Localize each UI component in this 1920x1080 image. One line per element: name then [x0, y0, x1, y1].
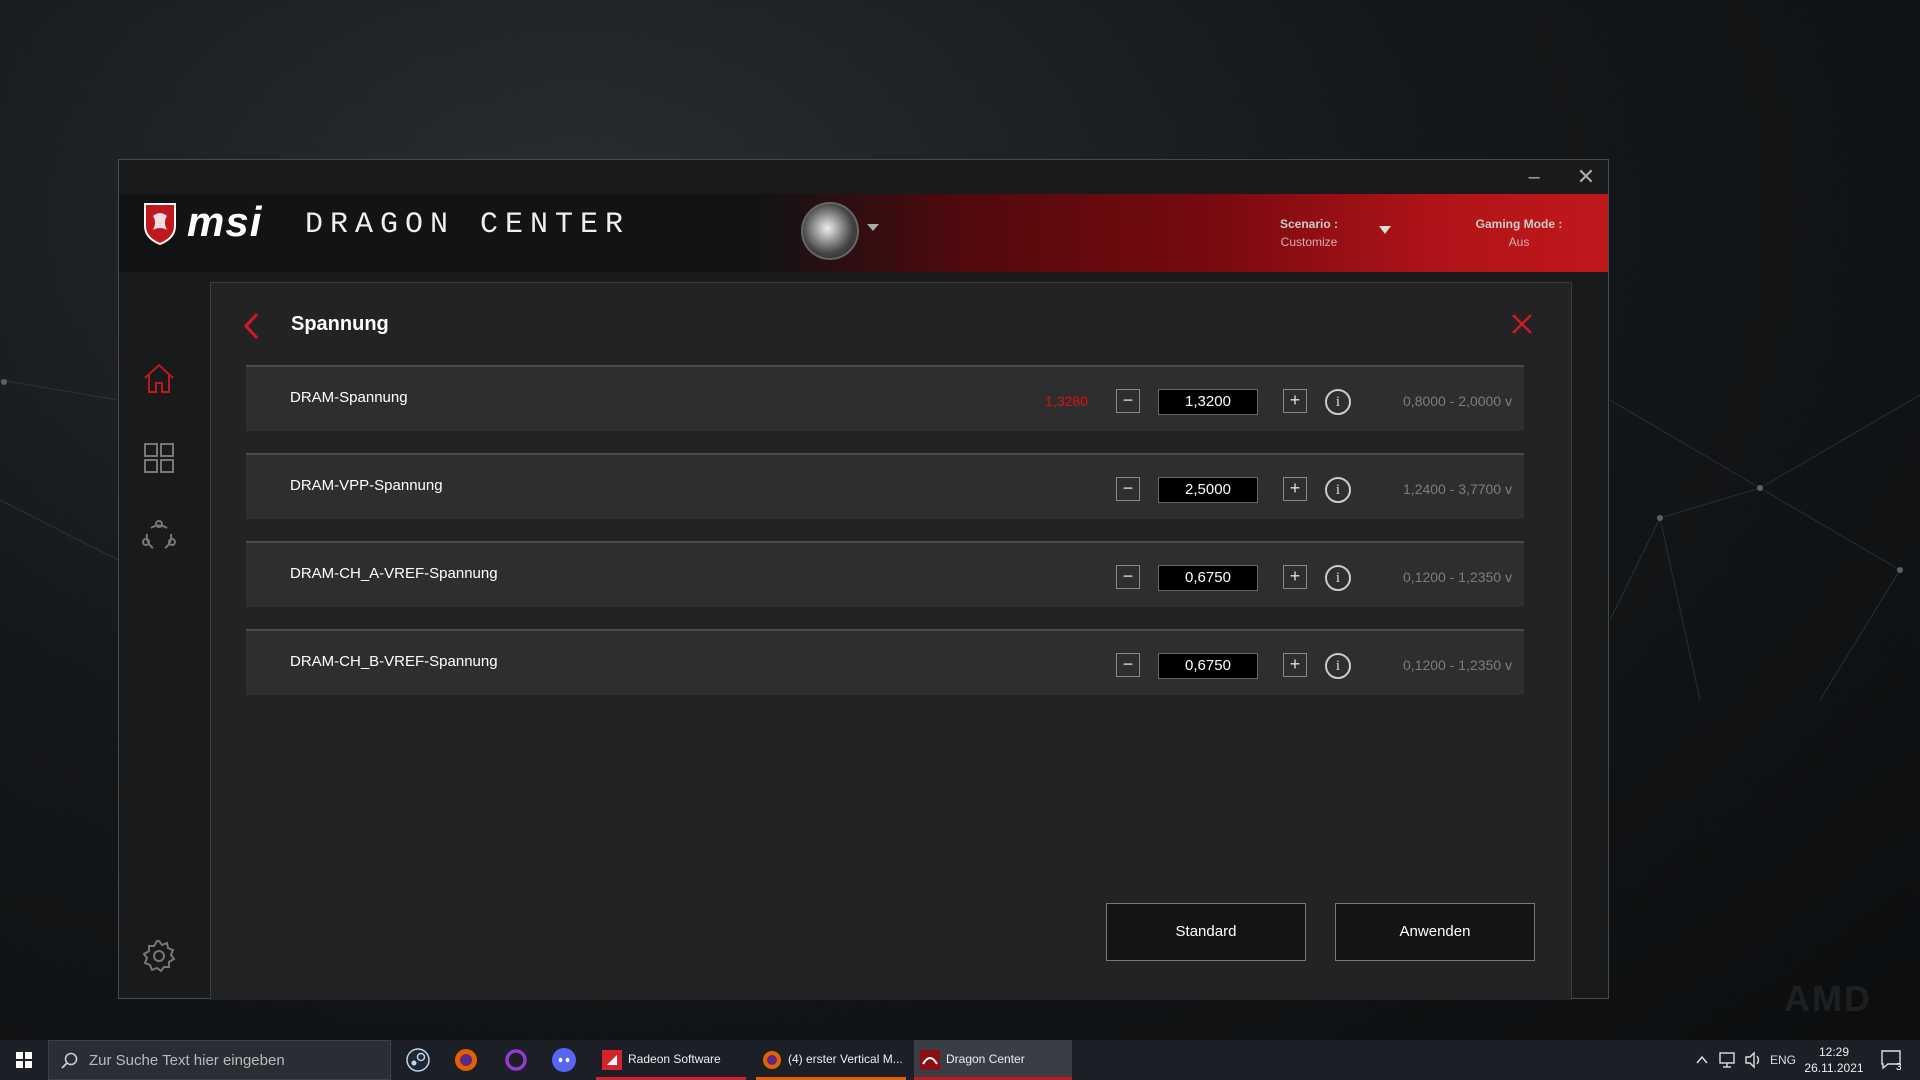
taskbar-app-label: Dragon Center: [946, 1052, 1025, 1066]
increase-button[interactable]: +: [1283, 565, 1307, 589]
language-indicator[interactable]: ENG: [1770, 1053, 1796, 1080]
chevron-up-icon[interactable]: [1694, 1052, 1710, 1068]
row-label: DRAM-CH_A-VREF-Spannung: [290, 565, 498, 582]
home-icon[interactable]: [141, 360, 177, 396]
decrease-button[interactable]: −: [1116, 389, 1140, 413]
voltage-range: 0,8000 - 2,0000 v: [1403, 393, 1512, 409]
voltage-row-ch-a-vref: DRAM-CH_A-VREF-Spannung − 0,6750 + i 0,1…: [246, 541, 1524, 607]
windows-start-icon[interactable]: [0, 1040, 48, 1080]
back-arrow-icon[interactable]: [241, 311, 261, 341]
volume-icon[interactable]: [1744, 1051, 1764, 1069]
row-label: DRAM-CH_B-VREF-Spannung: [290, 653, 498, 670]
clock[interactable]: 12:29 26.11.2021: [1794, 1044, 1874, 1076]
firefox-icon[interactable]: [452, 1046, 480, 1074]
decrease-button[interactable]: −: [1116, 653, 1140, 677]
panel-title: Spannung: [291, 313, 389, 335]
voltage-panel: Spannung DRAM-Spannung 1,3280 − 1,3200 +…: [210, 282, 1572, 1000]
search-placeholder: Zur Suche Text hier eingeben: [89, 1052, 285, 1069]
clock-time: 12:29: [1818, 1045, 1850, 1059]
scenario-dropdown-icon[interactable]: [1379, 226, 1391, 234]
decrease-button[interactable]: −: [1116, 565, 1140, 589]
scenario-selector[interactable]: Scenario : Customize: [1249, 215, 1369, 251]
voltage-range: 1,2400 - 3,7700 v: [1403, 481, 1512, 497]
cortana-icon[interactable]: [502, 1046, 530, 1074]
voltage-value-input[interactable]: 2,5000: [1158, 477, 1258, 503]
info-icon[interactable]: i: [1325, 565, 1351, 591]
row-label: DRAM-VPP-Spannung: [290, 477, 443, 494]
gaming-mode[interactable]: Gaming Mode : Aus: [1459, 215, 1579, 251]
taskbar-app-radeon[interactable]: Radeon Software: [596, 1040, 746, 1080]
taskbar-app-label: (4) erster Vertical M...: [788, 1052, 903, 1066]
dragon-center-logo: DRAGON CENTER: [305, 208, 631, 242]
gaming-mode-label: Gaming Mode :: [1475, 217, 1563, 231]
scenario-label: Scenario :: [1279, 217, 1339, 231]
connect-icon[interactable]: [141, 518, 177, 554]
increase-button[interactable]: +: [1283, 477, 1307, 501]
apply-button[interactable]: Anwenden: [1335, 903, 1535, 961]
apps-grid-icon[interactable]: [141, 440, 177, 476]
settings-gear-icon[interactable]: [141, 938, 177, 974]
amd-watermark: AMD: [1784, 978, 1872, 1019]
voltage-value-input[interactable]: 0,6750: [1158, 653, 1258, 679]
info-icon[interactable]: i: [1325, 389, 1351, 415]
dragon-center-icon: [920, 1050, 940, 1070]
scenario-value: Customize: [1280, 235, 1338, 249]
decrease-button[interactable]: −: [1116, 477, 1140, 501]
standard-button[interactable]: Standard: [1106, 903, 1306, 961]
gaming-mode-value: Aus: [1508, 235, 1530, 249]
increase-button[interactable]: +: [1283, 389, 1307, 413]
voltage-row-dram: DRAM-Spannung 1,3280 − 1,3200 + i 0,8000…: [246, 365, 1524, 431]
taskbar-app-label: Radeon Software: [628, 1052, 721, 1066]
taskbar-app-firefox[interactable]: (4) erster Vertical M...: [756, 1040, 906, 1080]
increase-button[interactable]: +: [1283, 653, 1307, 677]
voltage-value-input[interactable]: 0,6750: [1158, 565, 1258, 591]
user-avatar[interactable]: [801, 202, 859, 260]
voltage-row-dram-vpp: DRAM-VPP-Spannung − 2,5000 + i 1,2400 - …: [246, 453, 1524, 519]
avatar-dropdown-icon[interactable]: [867, 224, 879, 231]
network-icon[interactable]: [1718, 1051, 1738, 1069]
firefox-icon: [763, 1051, 781, 1069]
window-close-button[interactable]: ✕: [1566, 164, 1606, 190]
msi-logo: msi: [187, 198, 263, 245]
voltage-row-ch-b-vref: DRAM-CH_B-VREF-Spannung − 0,6750 + i 0,1…: [246, 629, 1524, 695]
clock-date: 26.11.2021: [1804, 1061, 1864, 1075]
row-label: DRAM-Spannung: [290, 389, 408, 406]
taskbar: Zur Suche Text hier eingeben Radeon Soft…: [0, 1040, 1920, 1080]
taskbar-search-box[interactable]: Zur Suche Text hier eingeben: [48, 1040, 391, 1080]
title-bar: – ✕: [119, 160, 1608, 194]
voltage-range: 0,1200 - 1,2350 v: [1403, 569, 1512, 585]
panel-close-icon[interactable]: [1511, 313, 1533, 335]
search-icon: [61, 1052, 78, 1069]
msi-dragon-shield-icon: [144, 203, 176, 246]
info-icon[interactable]: i: [1325, 653, 1351, 679]
steam-icon[interactable]: [404, 1046, 432, 1074]
taskbar-app-dragon-center[interactable]: Dragon Center: [914, 1040, 1072, 1080]
voltage-range: 0,1200 - 1,2350 v: [1403, 657, 1512, 673]
info-icon[interactable]: i: [1325, 477, 1351, 503]
voltage-value-input[interactable]: 1,3200: [1158, 389, 1258, 415]
minimize-button[interactable]: –: [1514, 164, 1554, 190]
notification-count: 3: [1896, 1062, 1902, 1073]
discord-icon[interactable]: [550, 1046, 578, 1074]
current-voltage-readout: 1,3280: [1045, 393, 1088, 409]
radeon-icon: [602, 1050, 622, 1070]
dragon-center-window: – ✕ msi DRAGON CENTER Scenario : Customi…: [118, 159, 1609, 1000]
